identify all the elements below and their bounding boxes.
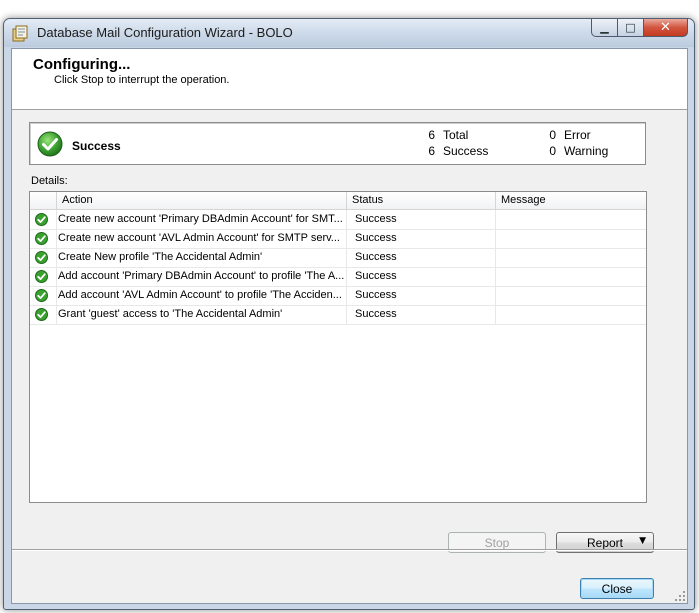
column-header-message[interactable]: Message xyxy=(496,192,646,209)
column-header-action[interactable]: Action xyxy=(57,192,347,209)
report-button-label: Report xyxy=(586,535,624,550)
page-header: Configuring... Click Stop to interrupt t… xyxy=(12,49,687,110)
row-status: Success xyxy=(347,229,496,248)
success-stat: 6 Success xyxy=(421,144,488,158)
row-message xyxy=(496,286,646,305)
row-status: Success xyxy=(347,286,496,305)
dropdown-arrow-icon: ▼ xyxy=(639,536,646,546)
details-grid[interactable]: Action Status Message Create new account… xyxy=(29,191,647,503)
footer-separator xyxy=(12,549,687,551)
check-circle-icon xyxy=(35,232,48,245)
overall-status: Success xyxy=(72,139,121,153)
check-circle-icon xyxy=(35,308,48,321)
page-title: Configuring... xyxy=(33,56,131,73)
minimize-button[interactable]: ▁ xyxy=(591,19,618,37)
error-count: 0 xyxy=(549,128,556,142)
row-icon-cell xyxy=(30,210,57,229)
grid-header: Action Status Message xyxy=(30,192,646,210)
maximize-button[interactable]: □ xyxy=(618,19,644,37)
close-button[interactable]: Close xyxy=(580,578,654,599)
success-check-icon xyxy=(37,131,63,157)
warning-label: Warning xyxy=(564,144,609,158)
caption-buttons: ▁ □ ✕ xyxy=(591,19,688,38)
row-status: Success xyxy=(347,305,496,324)
summary-panel: Success 6 Total 6 Success 0 Error 0 Warning xyxy=(29,122,646,165)
error-stat: 0 Error xyxy=(542,128,591,142)
resize-grip-icon[interactable] xyxy=(674,590,686,602)
table-row[interactable]: Create new account 'Primary DBAdmin Acco… xyxy=(30,210,646,230)
warning-stat: 0 Warning xyxy=(542,144,608,158)
app-icon xyxy=(12,25,28,42)
row-icon-cell xyxy=(30,305,57,324)
row-action: Create new account 'Primary DBAdmin Acco… xyxy=(57,210,347,229)
row-message xyxy=(496,305,646,324)
check-circle-icon xyxy=(35,270,48,283)
check-circle-icon xyxy=(35,251,48,264)
row-action: Add account 'Primary DBAdmin Account' to… xyxy=(57,267,347,286)
total-count: 6 xyxy=(428,128,435,142)
row-action: Create New profile 'The Accidental Admin… xyxy=(57,248,347,267)
row-action: Add account 'AVL Admin Account' to profi… xyxy=(57,286,347,305)
table-row[interactable]: Add account 'AVL Admin Account' to profi… xyxy=(30,286,646,306)
row-message xyxy=(496,210,646,229)
error-label: Error xyxy=(564,128,591,142)
row-icon-cell xyxy=(30,267,57,286)
maximize-icon: □ xyxy=(625,21,636,34)
wizard-window: Database Mail Configuration Wizard - BOL… xyxy=(3,18,695,610)
window-title: Database Mail Configuration Wizard - BOL… xyxy=(37,25,293,40)
check-circle-icon xyxy=(35,213,48,226)
warning-count: 0 xyxy=(549,144,556,158)
row-action: Create new account 'AVL Admin Account' f… xyxy=(57,229,347,248)
row-status: Success xyxy=(347,248,496,267)
table-row[interactable]: Create new account 'AVL Admin Account' f… xyxy=(30,229,646,249)
row-icon-cell xyxy=(30,229,57,248)
row-icon-cell xyxy=(30,248,57,267)
success-label: Success xyxy=(443,144,489,158)
table-row[interactable]: Grant 'guest' access to 'The Accidental … xyxy=(30,305,646,325)
column-header-status[interactable]: Status xyxy=(347,192,496,209)
check-circle-icon xyxy=(35,289,48,302)
row-message xyxy=(496,267,646,286)
success-count: 6 xyxy=(428,144,435,158)
row-action: Grant 'guest' access to 'The Accidental … xyxy=(57,305,347,324)
row-message xyxy=(496,229,646,248)
total-label: Total xyxy=(443,128,469,142)
total-stat: 6 Total xyxy=(421,128,468,142)
page-subtitle: Click Stop to interrupt the operation. xyxy=(54,74,230,86)
row-message xyxy=(496,248,646,267)
table-row[interactable]: Add account 'Primary DBAdmin Account' to… xyxy=(30,267,646,287)
title-bar[interactable]: Database Mail Configuration Wizard - BOL… xyxy=(4,19,694,47)
window-close-button[interactable]: ✕ xyxy=(644,19,688,37)
close-icon: ✕ xyxy=(660,20,671,35)
row-status: Success xyxy=(347,267,496,286)
minimize-icon: ▁ xyxy=(600,21,609,34)
wizard-page: Configuring... Click Stop to interrupt t… xyxy=(11,48,688,604)
column-header-icon[interactable] xyxy=(30,192,57,209)
row-icon-cell xyxy=(30,286,57,305)
row-status: Success xyxy=(347,210,496,229)
table-row[interactable]: Create New profile 'The Accidental Admin… xyxy=(30,248,646,268)
details-label: Details: xyxy=(31,175,68,187)
